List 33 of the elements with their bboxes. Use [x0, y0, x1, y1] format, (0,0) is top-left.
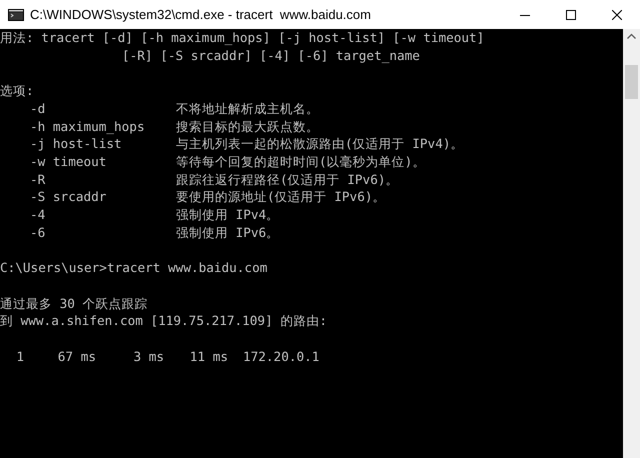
- trace-header-line: 到 www.a.shifen.com [119.75.217.109] 的路由:: [0, 312, 327, 330]
- option-description: 等待每个回复的超时时间(以毫秒为单位)。: [176, 152, 426, 171]
- close-icon: [612, 10, 622, 20]
- usage-line: 用法: tracert [-d] [-h maximum_hops] [-j host-list] [-w timeout]: [0, 29, 484, 47]
- scrollbar-thumb[interactable]: [625, 65, 638, 99]
- console-icon: [8, 8, 24, 20]
- option-description: 要使用的源地址(仅适用于 IPv6)。: [176, 188, 386, 206]
- options-heading: 选项:: [0, 82, 34, 100]
- option-description: 跟踪往返行程路径(仅适用于 IPv6)。: [176, 170, 398, 188]
- hop-address: 172.20.0.1: [242, 348, 320, 366]
- option-label: -h maximum_hops: [30, 118, 145, 136]
- option-description: 强制使用 IPv4。: [176, 206, 280, 224]
- window-title: C:\WINDOWS\system32\cmd.exe - tracert www.baidu.com: [30, 7, 372, 22]
- round-trip-time: 11 ms: [188, 348, 228, 366]
- maximize-icon: [566, 10, 576, 20]
- usage-line: [-R] [-S srcaddr] [-4] [-6] target_name: [122, 46, 420, 64]
- option-label: -d: [30, 100, 46, 118]
- option-label: -R: [30, 170, 46, 188]
- scroll-up-icon[interactable]: [627, 33, 636, 39]
- command-prompt: C:\Users\user>tracert www.baidu.com: [0, 259, 268, 277]
- round-trip-time: 3 ms: [132, 348, 164, 366]
- option-label: -6: [30, 224, 46, 242]
- option-label: -S srcaddr: [30, 188, 106, 206]
- option-description: 与主机列表一起的松散源路由(仅适用于 IPv4)。: [176, 135, 464, 153]
- option-label: -4: [30, 206, 46, 224]
- option-label: -j host-list: [30, 135, 122, 153]
- hop-number: 1: [15, 348, 24, 366]
- option-label: -w timeout: [30, 152, 106, 171]
- option-description: 不将地址解析成主机名。: [176, 100, 319, 118]
- option-description: 强制使用 IPv6。: [176, 224, 280, 242]
- option-description: 搜索目标的最大跃点数。: [176, 118, 319, 136]
- trace-header-line: 通过最多 30 个跃点跟踪: [0, 294, 148, 312]
- round-trip-time: 67 ms: [56, 348, 96, 366]
